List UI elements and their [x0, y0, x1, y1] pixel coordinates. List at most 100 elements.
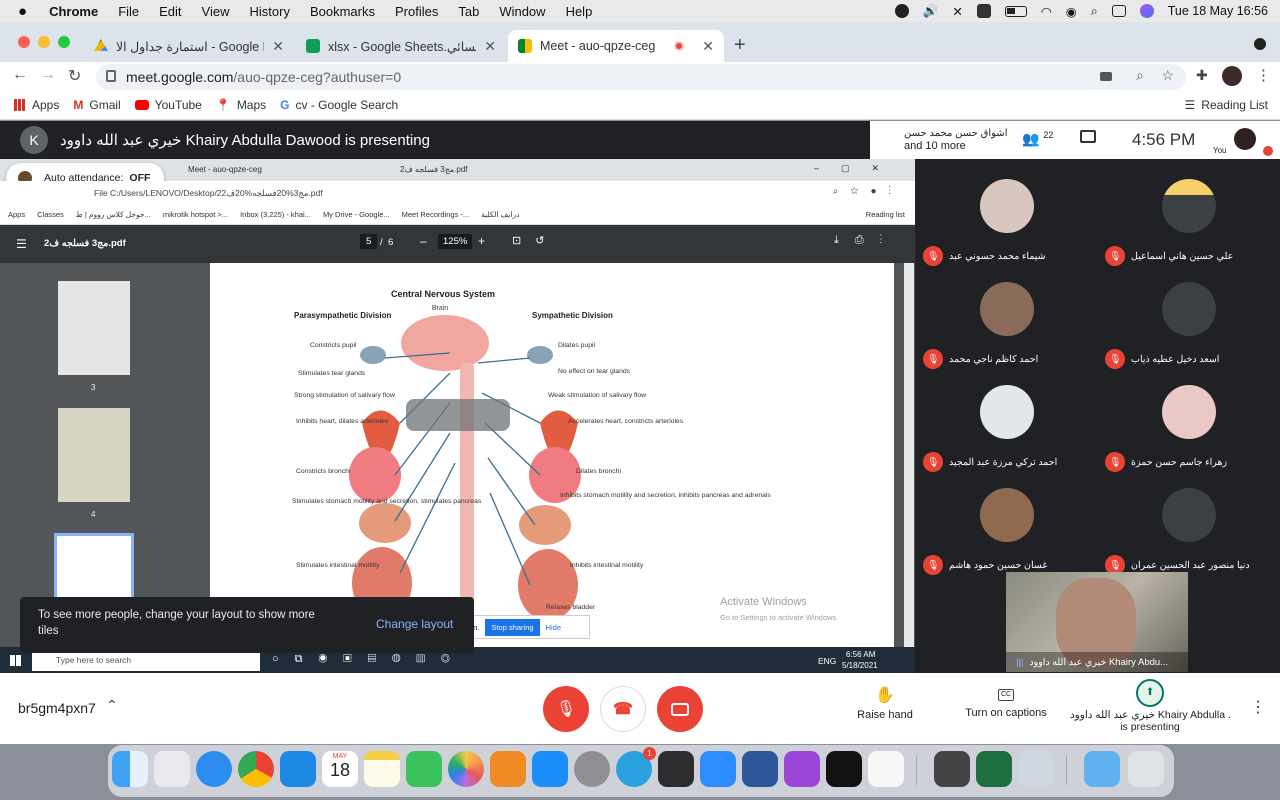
participant-tile[interactable]: 🎙 غسان حسين حمود هاشم	[917, 478, 1097, 578]
meeting-details-chevron-icon[interactable]: ⌃	[106, 697, 118, 714]
menu-edit[interactable]: Edit	[159, 4, 181, 19]
tab-close-icon[interactable]: ✕	[702, 38, 714, 55]
calculator-icon[interactable]	[934, 751, 970, 787]
apple-tv-icon[interactable]	[826, 751, 862, 787]
bookmark-maps[interactable]: 📍 Maps	[216, 98, 266, 112]
change-layout-button[interactable]: Change layout	[376, 617, 453, 631]
window-zoom-button[interactable]	[58, 36, 70, 48]
menubar-clock[interactable]: Tue 18 May 16:56	[1168, 4, 1268, 18]
system-preferences-icon[interactable]	[574, 751, 610, 787]
forward-button[interactable]: →	[40, 66, 56, 84]
excel-icon[interactable]	[976, 751, 1012, 787]
presenter-video-tile[interactable]: ||| خيري عبد الله داوود Khairy Abdu...	[1006, 572, 1188, 672]
menu-profiles[interactable]: Profiles	[395, 4, 438, 19]
app-store-icon[interactable]	[532, 751, 568, 787]
chrome-menu-icon[interactable]: ⋮	[1256, 66, 1271, 84]
zoom-icon[interactable]: ⌕	[1136, 67, 1144, 84]
menu-view[interactable]: View	[202, 4, 230, 19]
spotlight-search-icon[interactable]: ⌕	[1091, 4, 1098, 19]
bookmark-cv-search[interactable]: Gcv - Google Search	[280, 98, 398, 112]
window-minimize-button[interactable]	[38, 36, 50, 48]
presenting-indicator[interactable]: ⬆ خيري عبد الله داوود Khairy Abdulla ...…	[1070, 679, 1230, 733]
participant-tile[interactable]: 🎙 شيماء محمد حسوني عبد	[917, 169, 1097, 269]
participant-tile[interactable]: 🎙 احمد تركي مرزة عبد المجيد	[917, 375, 1097, 475]
tab-close-icon[interactable]: ✕	[272, 38, 284, 55]
participant-photo	[1162, 385, 1216, 439]
tab-google-drive[interactable]: استمارة جداول الا - Google Drive ✕	[84, 30, 294, 62]
window-close-button[interactable]	[18, 36, 30, 48]
user-switch-icon[interactable]: ◉	[1066, 4, 1077, 19]
participant-tile[interactable]: 🎙 اسعد دخيل عطيه ذياب	[1099, 272, 1279, 372]
vscode-icon[interactable]	[280, 751, 316, 787]
apple-icon[interactable]: ●	[18, 3, 27, 20]
menu-window[interactable]: Window	[499, 4, 545, 19]
books-icon[interactable]	[490, 751, 526, 787]
siri-icon[interactable]	[1139, 4, 1154, 18]
facetime-icon[interactable]	[406, 751, 442, 787]
installer-icon[interactable]	[868, 751, 904, 787]
participant-tile[interactable]: 🎙 احمد كاظم ناجي محمد	[917, 272, 1097, 372]
chat-icon[interactable]	[1080, 130, 1096, 143]
captions-button[interactable]: CC Turn on captions	[960, 687, 1052, 719]
participant-tile[interactable]: 🎙 دنيا منصور عبد الحسين عمران	[1099, 478, 1279, 578]
menu-history[interactable]: History	[250, 4, 290, 19]
downloads-folder-icon[interactable]	[1084, 751, 1120, 787]
trash-icon[interactable]	[1128, 751, 1164, 787]
podcasts-icon[interactable]	[784, 751, 820, 787]
meeting-code[interactable]: br5gm4pxn7	[18, 700, 96, 716]
raise-hand-button[interactable]: ✋ Raise hand	[850, 685, 920, 721]
address-bar[interactable]: meet.google.com /auo-qpze-ceg?authuser=0…	[96, 64, 1186, 90]
more-options-icon[interactable]: ⋮	[1250, 697, 1266, 717]
camera-status-icon[interactable]	[894, 4, 909, 18]
launchpad-icon[interactable]	[154, 751, 190, 787]
tab-meet[interactable]: Meet - auo-qpze-ceg ✕	[508, 30, 724, 62]
lock-icon[interactable]	[106, 70, 116, 82]
finder-icon[interactable]	[112, 751, 148, 787]
preview-icon[interactable]	[1018, 751, 1054, 787]
camera-in-use-icon[interactable]	[1100, 72, 1112, 81]
left-label: Stimulates stomach motility and secretio…	[292, 498, 482, 505]
reload-button[interactable]: ↻	[68, 66, 81, 86]
participant-tile[interactable]: 🎙 علي حسين هاني اسماعيل	[1099, 169, 1279, 269]
self-avatar[interactable]	[1234, 128, 1256, 150]
telegram-icon[interactable]: 1	[616, 747, 656, 787]
participant-tile[interactable]: 🎙 زهراء جاسم حسن حمزة	[1099, 375, 1279, 475]
control-center-icon[interactable]	[1111, 5, 1126, 17]
tab-close-icon[interactable]: ✕	[484, 38, 496, 55]
wifi-icon[interactable]: ◠	[1041, 4, 1052, 19]
safari-icon[interactable]	[196, 751, 232, 787]
menu-tab[interactable]: Tab	[458, 4, 479, 19]
watermark-subtitle: Go to Settings to activate Windows.	[720, 613, 838, 622]
back-button[interactable]: ←	[12, 66, 28, 84]
zoom-app-icon[interactable]	[700, 751, 736, 787]
people-button[interactable]: 👥 22	[1022, 130, 1053, 148]
reading-list-button[interactable]: ☰ Reading List	[1185, 98, 1268, 112]
bookmark-youtube[interactable]: YouTube	[134, 98, 202, 112]
new-tab-button[interactable]: +	[734, 34, 746, 57]
menu-file[interactable]: File	[118, 4, 139, 19]
bookmark-star-icon[interactable]: ☆	[1161, 67, 1174, 84]
tab-search-icon[interactable]	[1254, 38, 1266, 50]
proxyman-icon[interactable]	[658, 751, 694, 787]
word-icon[interactable]	[742, 751, 778, 787]
notes-icon[interactable]	[364, 751, 400, 787]
extension-status-icon[interactable]	[976, 4, 991, 18]
chrome-icon[interactable]	[238, 751, 274, 787]
bluetooth-icon[interactable]: ✕	[952, 4, 962, 19]
camera-toggle-button[interactable]	[657, 686, 703, 732]
battery-icon[interactable]	[1004, 5, 1027, 17]
volume-icon[interactable]: 🔊	[923, 4, 939, 19]
bookmark-gmail[interactable]: M Gmail	[73, 98, 120, 112]
photos-icon[interactable]	[448, 751, 484, 787]
leave-call-button[interactable]: ☎	[600, 686, 646, 732]
menu-help[interactable]: Help	[566, 4, 593, 19]
bookmark-apps[interactable]: Apps	[14, 98, 59, 112]
calendar-icon[interactable]: MAY 18	[322, 751, 358, 787]
menu-app-name[interactable]: Chrome	[49, 4, 98, 19]
mic-toggle-button[interactable]: 🎙	[543, 686, 589, 732]
tab-google-sheets[interactable]: xlsx - Google Sheets.المسائي ✕	[296, 30, 506, 62]
participant-avatar	[1162, 488, 1216, 542]
profile-avatar[interactable]	[1222, 66, 1242, 86]
menu-bookmarks[interactable]: Bookmarks	[310, 4, 375, 19]
extensions-icon[interactable]: ✚	[1196, 67, 1208, 84]
